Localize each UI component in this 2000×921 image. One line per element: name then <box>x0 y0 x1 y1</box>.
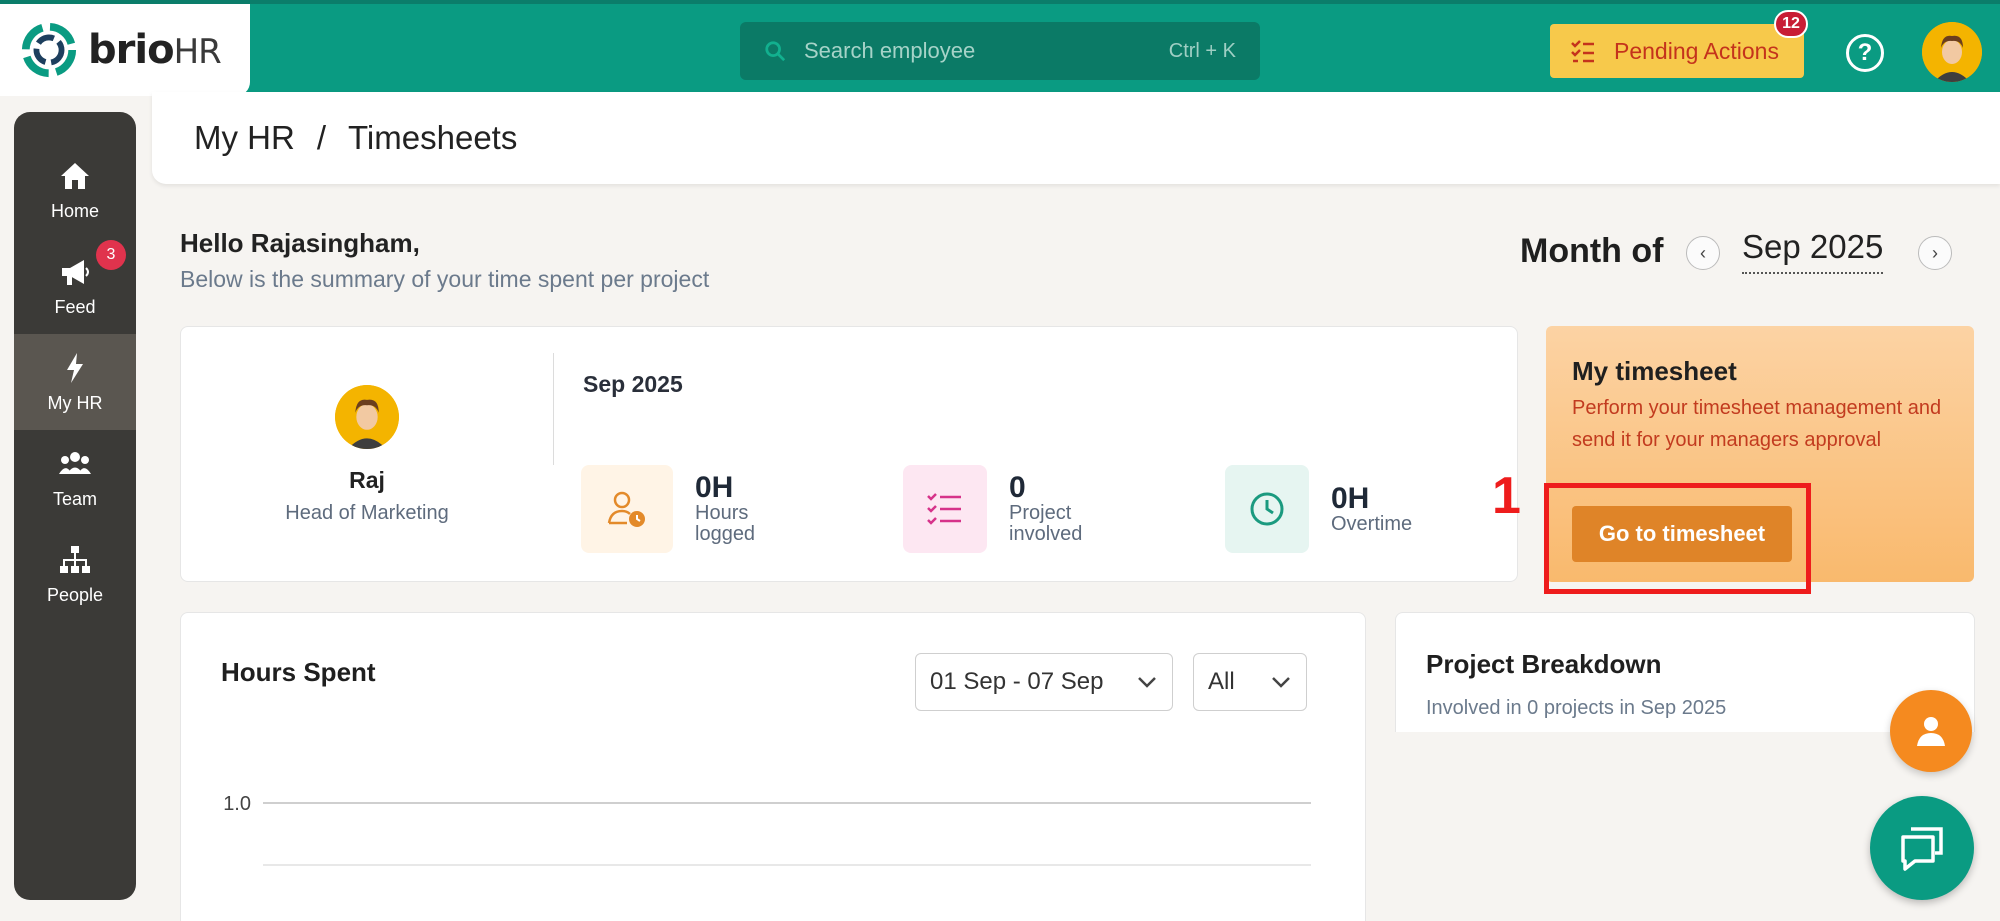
y-tick-label: 1.0 <box>223 793 251 815</box>
project-filter-value: All <box>1208 668 1235 695</box>
checklist-icon <box>927 493 961 525</box>
stat-icon-box <box>581 465 673 553</box>
breadcrumb: My HR / Timesheets <box>152 92 2000 184</box>
brand-name: brioHR <box>88 27 222 73</box>
chevron-left-icon: ‹ <box>1700 242 1706 263</box>
stat-icon-box <box>1225 465 1309 553</box>
sidebar-item-people[interactable]: People <box>14 526 136 622</box>
sidebar-item-label: Feed <box>54 296 96 317</box>
timesheet-title: My timesheet <box>1572 356 1737 386</box>
divider <box>553 353 554 465</box>
profile-fab-button[interactable] <box>1890 690 1972 772</box>
sidebar: Home Feed 3 My HR Team People <box>14 112 136 900</box>
chat-icon <box>1901 827 1943 871</box>
hours-logged-value: 0H <box>695 471 734 504</box>
employee-role: Head of Marketing <box>285 502 449 524</box>
stat-overtime: 0H Overtime <box>1225 465 1412 553</box>
sidebar-item-feed[interactable]: Feed 3 <box>14 238 136 334</box>
prev-month-button[interactable]: ‹ <box>1686 236 1720 270</box>
stat-icon-box <box>903 465 987 553</box>
breadcrumb-separator: / <box>316 119 326 156</box>
sidebar-item-home[interactable]: Home <box>14 142 136 238</box>
sidebar-item-team[interactable]: Team <box>14 430 136 526</box>
sidebar-item-my-hr[interactable]: My HR <box>14 334 136 430</box>
overtime-value: 0H <box>1331 481 1370 515</box>
project-breakdown-title: Project Breakdown <box>1426 649 1662 679</box>
avatar-face-icon <box>1922 22 1982 82</box>
timesheet-description: Perform your timesheet management and se… <box>1572 397 1942 451</box>
megaphone-icon <box>62 259 89 285</box>
annotation-highlight-box <box>1544 483 1811 594</box>
breadcrumb-parent[interactable]: My HR <box>194 119 295 157</box>
home-icon <box>61 162 89 189</box>
chat-fab-button[interactable] <box>1870 796 1974 900</box>
chevron-down-icon <box>1138 677 1156 688</box>
user-icon <box>1917 717 1945 746</box>
project-involved-label-1: Project <box>1009 502 1072 524</box>
hours-chart: 1.0 <box>223 793 1311 866</box>
org-chart-icon <box>60 545 90 573</box>
profile-block: Raj Head of Marketing <box>181 327 553 583</box>
hours-logged-label-1: Hours <box>695 502 749 524</box>
project-involved-label-2: involved <box>1009 523 1083 545</box>
summary-month: Sep 2025 <box>583 371 683 397</box>
breadcrumb-current: Timesheets <box>348 119 518 156</box>
brio-logo-icon <box>21 22 77 78</box>
task-list-icon <box>1571 40 1594 63</box>
month-picker[interactable]: Sep 2025 <box>1742 228 1884 274</box>
sidebar-item-label: Home <box>50 200 99 221</box>
employee-name: Raj <box>349 467 385 493</box>
search-placeholder: Search employee <box>804 38 976 63</box>
sidebar-item-label: My HR <box>47 392 103 413</box>
project-involved-value: 0 <box>1009 471 1026 504</box>
search-input[interactable]: Search employee Ctrl + K <box>740 22 1260 80</box>
sidebar-item-label: People <box>46 584 104 605</box>
next-month-button[interactable]: › <box>1918 236 1952 270</box>
top-bar: brioHR Search employee Ctrl + K Pending … <box>0 0 2000 96</box>
feed-badge: 3 <box>96 240 126 270</box>
summary-card: Raj Head of Marketing Sep 2025 0H Hours … <box>180 326 1518 582</box>
date-range-value: 01 Sep - 07 Sep <box>930 668 1104 695</box>
sidebar-item-label: Team <box>52 488 97 509</box>
greeting-title: Hello Rajasingham, <box>180 228 420 258</box>
hours-spent-card: Hours Spent 01 Sep - 07 Sep All 1.0 <box>180 612 1366 921</box>
project-breakdown-card: Project Breakdown Involved in 0 projects… <box>1395 612 1975 732</box>
date-range-select[interactable]: 01 Sep - 07 Sep <box>915 653 1173 711</box>
avatar <box>335 385 399 449</box>
pending-actions-label: Pending Actions <box>1614 37 1779 64</box>
pending-actions-button[interactable]: Pending Actions 12 <box>1550 10 1808 78</box>
lightning-icon <box>67 352 83 383</box>
chevron-right-icon: › <box>1932 242 1938 263</box>
greeting-subtitle: Below is the summary of your time spent … <box>180 266 710 292</box>
stat-hours-logged: 0H Hours logged <box>581 465 755 553</box>
user-clock-icon <box>607 491 645 527</box>
hours-logged-label-2: logged <box>695 523 756 545</box>
team-icon <box>59 451 91 474</box>
pending-count-badge: 12 <box>1774 10 1808 38</box>
brand-logo[interactable]: brioHR <box>0 4 250 96</box>
overtime-label: Overtime <box>1331 512 1413 535</box>
annotation-number: 1 <box>1492 467 1521 525</box>
project-breakdown-subtitle: Involved in 0 projects in Sep 2025 <box>1426 697 1727 719</box>
stat-project-involved: 0 Project involved <box>903 465 1082 553</box>
project-filter-select[interactable]: All <box>1193 653 1307 711</box>
avatar-face-icon <box>335 385 399 449</box>
clock-icon <box>1250 492 1284 526</box>
user-avatar[interactable] <box>1922 22 1982 82</box>
search-icon <box>765 41 786 62</box>
help-icon[interactable]: ? <box>1846 34 1884 72</box>
search-shortcut: Ctrl + K <box>1168 39 1236 62</box>
hours-spent-title: Hours Spent <box>221 657 376 687</box>
month-label: Month of <box>1520 232 1664 270</box>
chevron-down-icon <box>1272 677 1290 688</box>
